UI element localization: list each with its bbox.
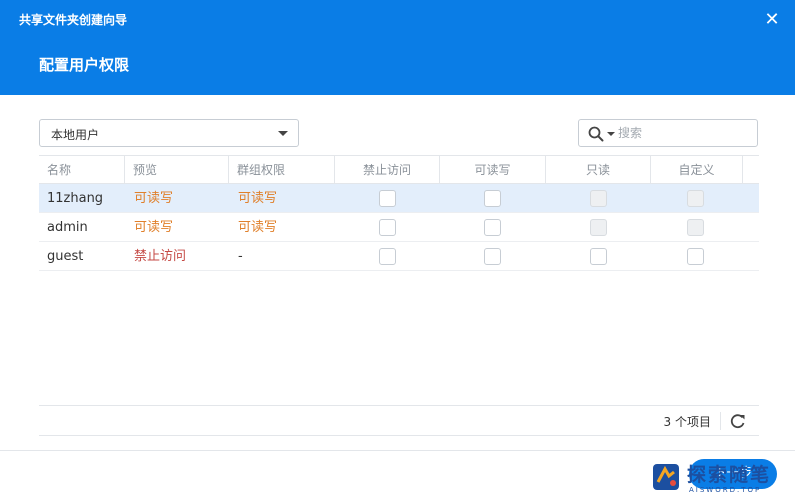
close-icon[interactable]: ✕: [763, 11, 781, 29]
user-name: guest: [47, 249, 84, 264]
column-header-custom[interactable]: 自定义: [651, 156, 743, 184]
chevron-down-icon: [278, 131, 288, 136]
preview-permission: 禁止访问: [134, 249, 187, 264]
search-icon: [588, 126, 604, 142]
deny-checkbox[interactable]: [379, 248, 396, 265]
watermark: 探索随笔 AISWORD.TOP: [651, 458, 791, 498]
deny-checkbox[interactable]: [379, 190, 396, 207]
search-options-chevron-icon[interactable]: [607, 132, 615, 136]
refresh-icon[interactable]: [729, 412, 747, 430]
deny-checkbox[interactable]: [379, 219, 396, 236]
column-header-group-permission[interactable]: 群组权限: [229, 156, 335, 184]
table-row[interactable]: admin 可读写 可读写: [39, 213, 759, 242]
permission-table: 名称 预览 群组权限 禁止访问 可读写 只读 自定义 11zhang 可读写 可…: [39, 155, 759, 436]
column-header-read-only[interactable]: 只读: [546, 156, 651, 184]
column-header-preview[interactable]: 预览: [125, 156, 229, 184]
group-permission: 可读写: [238, 191, 278, 206]
watermark-subtext: AISWORD.TOP: [689, 486, 762, 494]
table-footer: 3 个项目: [39, 405, 759, 436]
read-write-checkbox[interactable]: [484, 248, 501, 265]
watermark-logo-icon: [653, 464, 679, 490]
table-header: 名称 预览 群组权限 禁止访问 可读写 只读 自定义: [39, 155, 759, 184]
user-name: 11zhang: [47, 191, 104, 206]
read-write-checkbox[interactable]: [484, 219, 501, 236]
search-input[interactable]: [618, 124, 748, 142]
watermark-text: 探索随笔: [687, 464, 772, 486]
user-type-select[interactable]: 本地用户: [39, 119, 299, 147]
custom-checkbox[interactable]: [687, 248, 704, 265]
column-header-deny[interactable]: 禁止访问: [335, 156, 440, 184]
window-title: 共享文件夹创建向导: [19, 13, 128, 27]
item-count: 3 个项目: [663, 415, 711, 429]
group-permission: 可读写: [238, 220, 278, 235]
column-header-read-write[interactable]: 可读写: [440, 156, 546, 184]
read-only-checkbox[interactable]: [590, 248, 607, 265]
table-row[interactable]: guest 禁止访问 -: [39, 242, 759, 271]
dialog-header: 共享文件夹创建向导 ✕ 配置用户权限: [0, 0, 795, 95]
read-only-checkbox[interactable]: [590, 219, 607, 236]
preview-permission: 可读写: [134, 220, 174, 235]
step-title: 配置用户权限: [39, 56, 130, 74]
footer-divider: [0, 450, 795, 451]
read-write-checkbox[interactable]: [484, 190, 501, 207]
custom-checkbox[interactable]: [687, 190, 704, 207]
read-only-checkbox[interactable]: [590, 190, 607, 207]
column-header-name[interactable]: 名称: [39, 156, 125, 184]
group-permission: -: [238, 249, 243, 264]
preview-permission: 可读写: [134, 191, 174, 206]
custom-checkbox[interactable]: [687, 219, 704, 236]
user-type-value: 本地用户: [51, 128, 100, 142]
search-field[interactable]: [578, 119, 758, 147]
table-row[interactable]: 11zhang 可读写 可读写: [39, 184, 759, 213]
user-name: admin: [47, 220, 88, 235]
footer-divider: [720, 412, 721, 430]
